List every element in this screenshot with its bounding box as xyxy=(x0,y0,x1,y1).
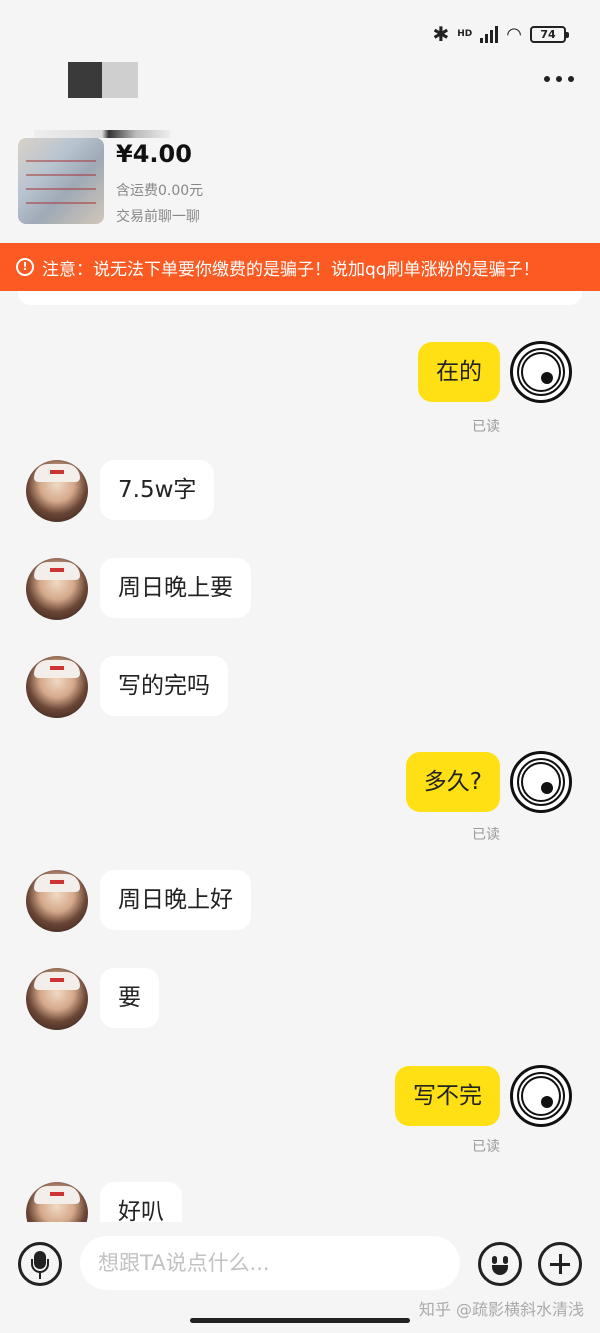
warning-icon: ! xyxy=(16,258,34,276)
read-receipt: 已读 xyxy=(472,1139,500,1155)
status-bar: ✱ HD ◠ 74 xyxy=(0,0,600,56)
warning-text: 注意：说无法下单要你缴费的是骗子！说加qq刷单涨粉的是骗子！ xyxy=(42,259,540,280)
more-options-icon[interactable] xyxy=(544,76,574,82)
bluetooth-icon: ✱ xyxy=(432,22,450,46)
read-receipt: 已读 xyxy=(472,827,500,843)
contact-avatar[interactable] xyxy=(26,558,88,620)
contact-avatar[interactable] xyxy=(26,870,88,932)
product-price: ¥4.00 xyxy=(116,140,192,168)
add-attachment-icon[interactable] xyxy=(538,1242,582,1286)
message-bubble-self[interactable]: 多久? xyxy=(405,752,500,812)
product-thumbnail[interactable] xyxy=(18,138,104,224)
read-receipt: 已读 xyxy=(472,419,500,435)
contact-name-redacted xyxy=(68,62,138,98)
message-bubble-contact[interactable]: 要 xyxy=(100,968,159,1028)
product-title-redacted xyxy=(34,130,170,138)
status-icons: ✱ HD ◠ 74 xyxy=(432,22,569,46)
chat-hint: 交易前聊一聊 xyxy=(116,209,200,225)
card-bottom xyxy=(18,291,582,305)
message-bubble-contact[interactable]: 7.5w字 xyxy=(100,460,215,520)
contact-avatar[interactable] xyxy=(26,656,88,718)
contact-avatar[interactable] xyxy=(26,460,88,522)
home-indicator[interactable] xyxy=(190,1318,410,1323)
message-bubble-contact[interactable]: 写的完吗 xyxy=(100,656,228,716)
signal-icon xyxy=(480,25,499,43)
scam-warning-banner: ! 注意：说无法下单要你缴费的是骗子！说加qq刷单涨粉的是骗子！ xyxy=(0,243,600,291)
self-avatar[interactable] xyxy=(510,751,572,813)
contact-avatar[interactable] xyxy=(26,1182,88,1222)
message-bubble-self[interactable]: 在的 xyxy=(418,342,500,402)
message-bubble-self[interactable]: 写不完 xyxy=(395,1066,500,1126)
voice-input-icon[interactable] xyxy=(18,1242,62,1286)
contact-avatar[interactable] xyxy=(26,968,88,1030)
self-avatar[interactable] xyxy=(510,1065,572,1127)
chat-header xyxy=(0,56,600,124)
watermark: 知乎 @疏影横斜水清浅 xyxy=(418,1300,584,1319)
message-input[interactable] xyxy=(80,1236,460,1290)
battery-icon: 74 xyxy=(530,25,569,43)
input-bar: 知乎 @疏影横斜水清浅 xyxy=(0,1222,600,1333)
shipping-info: 含运费0.00元 xyxy=(116,183,204,199)
product-card[interactable]: ¥4.00 含运费0.00元 交易前聊一聊 xyxy=(0,124,600,242)
self-avatar[interactable] xyxy=(510,341,572,403)
wifi-icon: ◠ xyxy=(506,23,522,45)
message-bubble-contact[interactable]: 周日晚上要 xyxy=(100,558,251,618)
emoji-icon[interactable] xyxy=(478,1242,522,1286)
message-bubble-contact[interactable]: 周日晚上好 xyxy=(100,870,251,930)
hd-label: HD xyxy=(457,28,473,39)
message-list[interactable]: 在的 已读 7.5w字 周日晚上要 写的完吗 多久? 已读 周日晚上好 要 写不… xyxy=(0,320,600,1222)
message-bubble-contact[interactable]: 好叭 xyxy=(100,1182,182,1222)
